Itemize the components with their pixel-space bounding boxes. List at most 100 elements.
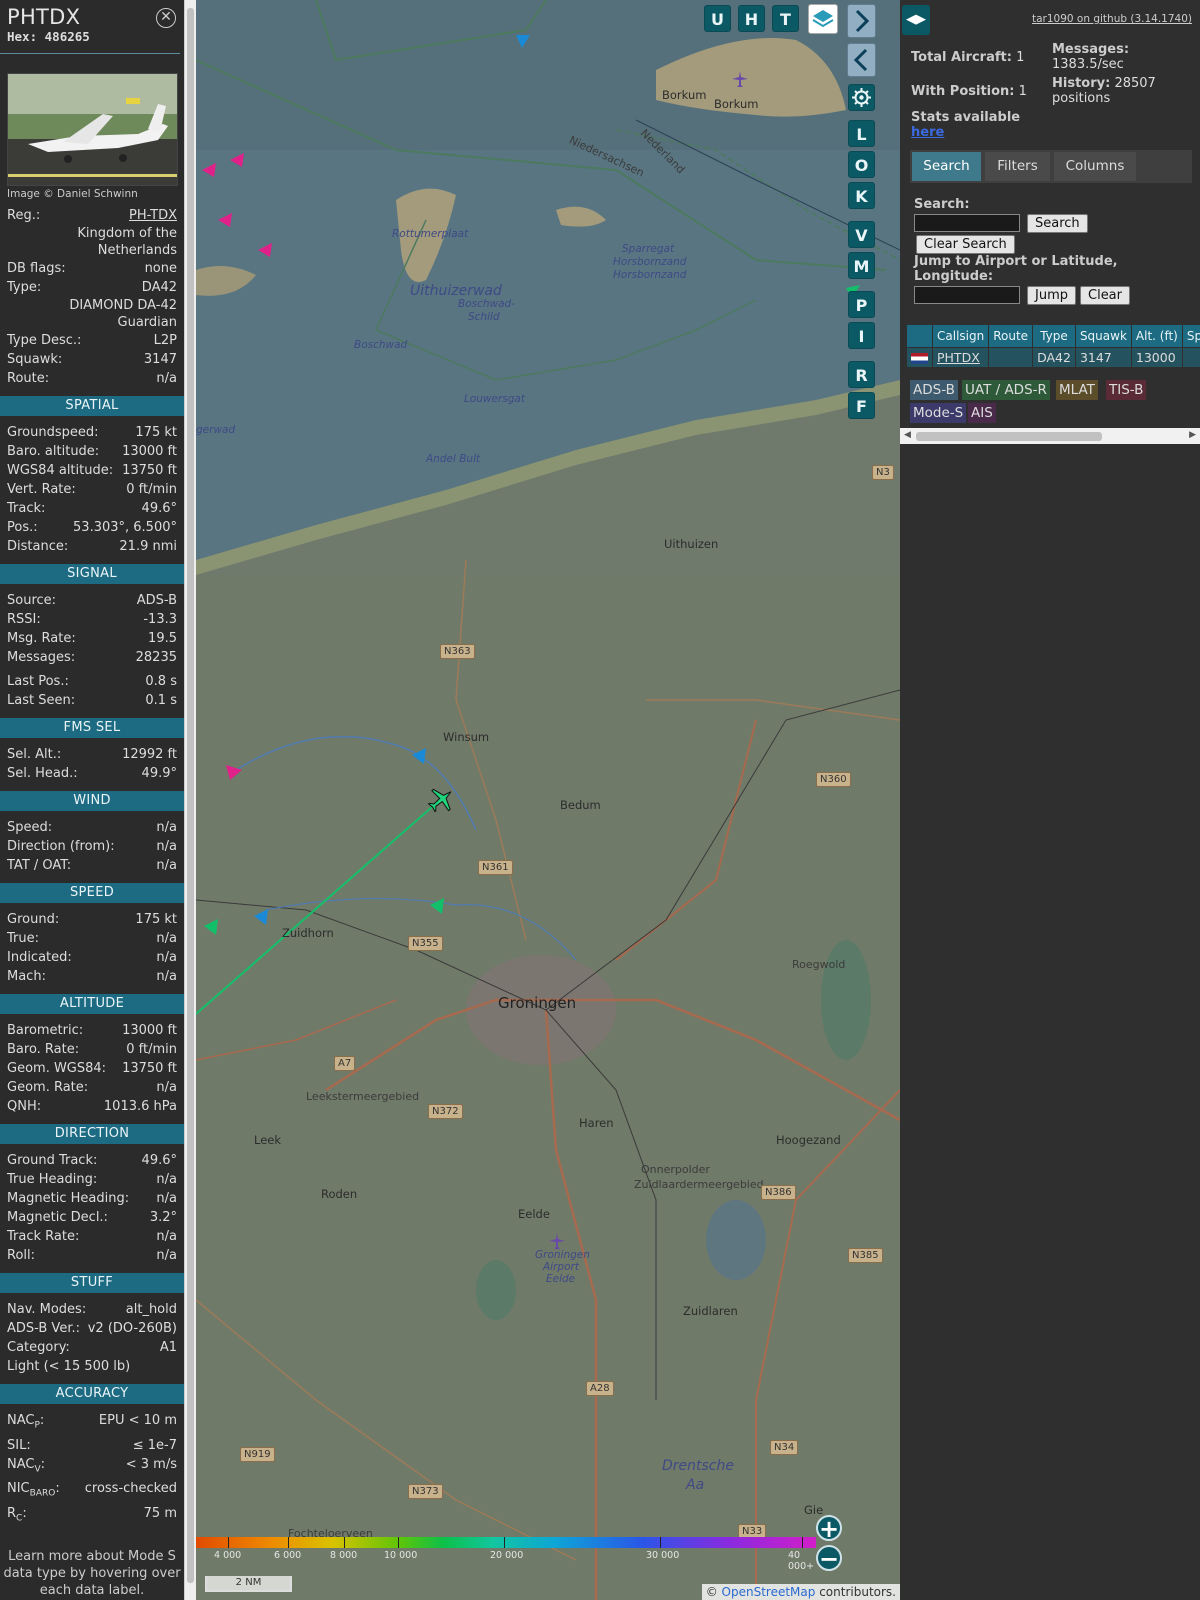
- altitude-color-legend: [196, 1537, 816, 1548]
- section-signal: SIGNAL: [0, 564, 184, 584]
- column-header[interactable]: Squawk: [1074, 324, 1132, 348]
- altitude-legend-ticks: 4 000 6 000 8 000 10 000 20 000 30 000 40 000+: [196, 1537, 816, 1572]
- info-row: TAT / OAT: n/a: [0, 856, 184, 875]
- info-value: 0 ft/min: [126, 1042, 177, 1057]
- map-attribution: © OpenStreetMap contributors.: [701, 1584, 900, 1600]
- collapse-left-button[interactable]: [847, 43, 876, 77]
- map-button-v[interactable]: V: [848, 221, 875, 248]
- table-horizontal-scrollbar[interactable]: ◀ ▶: [900, 428, 1200, 444]
- altitude-tick: 30 000: [646, 1550, 680, 1561]
- aircraft-table: CallsignRouteTypeSquawkAlt. (ft)Spd. PHT…: [906, 324, 1200, 368]
- info-value: cross-checked: [84, 1481, 177, 1497]
- callsign-link[interactable]: PHTDX: [937, 350, 980, 365]
- info-value: 1013.6 hPa: [103, 1099, 177, 1114]
- netherlands-flag-icon: [911, 353, 928, 364]
- map-background: [196, 0, 900, 1600]
- layers-button[interactable]: [808, 4, 838, 34]
- map-button-p[interactable]: P: [848, 291, 875, 318]
- info-row: Baro. Rate: 0 ft/min: [0, 1040, 184, 1059]
- tab-filters[interactable]: Filters: [985, 152, 1050, 181]
- info-key: True:: [7, 931, 39, 946]
- info-value: A1: [159, 1340, 177, 1355]
- section-speed: SPEED: [0, 883, 184, 903]
- stats-link[interactable]: here: [911, 125, 944, 140]
- map-button-h[interactable]: H: [738, 5, 765, 32]
- scroll-right-arrow-icon[interactable]: ▶: [1189, 430, 1196, 440]
- map-button-m[interactable]: M: [848, 252, 875, 279]
- selected-aircraft-icon[interactable]: [426, 785, 456, 815]
- search-input[interactable]: [914, 214, 1020, 232]
- info-value: 28235: [135, 650, 177, 665]
- altitude-tick-mark: [802, 1537, 803, 1548]
- info-key-colon: :: [55, 1481, 60, 1497]
- map-button-l[interactable]: L: [848, 120, 875, 147]
- map-button-i[interactable]: I: [848, 322, 875, 349]
- info-panel-scrollbar[interactable]: [184, 0, 196, 1600]
- altitude-tick-mark: [288, 1537, 289, 1548]
- column-header[interactable]: Spd.: [1181, 324, 1200, 348]
- registration-link[interactable]: PH-TDX: [129, 206, 177, 225]
- osm-link[interactable]: OpenStreetMap: [722, 1585, 816, 1599]
- info-panel-scroll-thumb[interactable]: [187, 8, 194, 1583]
- expand-right-button[interactable]: [847, 4, 876, 38]
- map-button-r[interactable]: R: [848, 361, 875, 388]
- tab-columns[interactable]: Columns: [1054, 152, 1136, 181]
- flag-cell: [906, 347, 933, 368]
- search-button[interactable]: Search: [1027, 214, 1088, 233]
- map-label: Boschwad-: [458, 298, 516, 310]
- table-scroll-thumb[interactable]: [916, 432, 1102, 441]
- info-row: Roll: n/a: [0, 1246, 184, 1265]
- settings-button[interactable]: [848, 84, 875, 111]
- total-aircraft-label: Total Aircraft:: [911, 50, 1012, 65]
- info-key-colon: :: [40, 1456, 46, 1472]
- close-icon[interactable]: ✕: [156, 8, 176, 28]
- column-header[interactable]: Route: [988, 324, 1034, 348]
- info-key: Track Rate:: [7, 1229, 80, 1244]
- aircraft-photo[interactable]: [7, 73, 178, 186]
- info-row: Magnetic Decl.: 3.2°: [0, 1208, 184, 1227]
- altitude-tick-mark: [660, 1537, 661, 1548]
- toggle-panel-button[interactable]: ◀▶: [902, 5, 930, 35]
- info-key: Baro. altitude:: [7, 444, 100, 459]
- map-button-k[interactable]: K: [848, 182, 875, 209]
- info-key: Nav. Modes:: [7, 1302, 87, 1317]
- section-accuracy: ACCURACY: [0, 1384, 184, 1404]
- info-row: True: n/a: [0, 929, 184, 948]
- zoom-out-button[interactable]: −: [816, 1545, 842, 1571]
- altitude-tick: 20 000: [490, 1550, 524, 1561]
- info-row: Barometric: 13000 ft: [0, 1021, 184, 1040]
- info-key-sub: BARO: [29, 1488, 56, 1499]
- version-link[interactable]: tar1090 on github (3.14.1740): [1032, 13, 1192, 25]
- column-header-flag[interactable]: [906, 324, 933, 348]
- info-value: 3.2°: [149, 1210, 177, 1225]
- map-button-o[interactable]: O: [848, 151, 875, 178]
- spatial-rows: Groundspeed: 175 kt Baro. altitude: 13000 f…: [0, 423, 184, 556]
- clear-button[interactable]: Clear: [1080, 286, 1130, 305]
- map-label: Hoogezand: [776, 1133, 841, 1147]
- tab-search[interactable]: Search: [912, 152, 981, 181]
- map-button-t[interactable]: T: [772, 5, 799, 32]
- map-button-f[interactable]: F: [848, 392, 875, 419]
- jump-button[interactable]: Jump: [1027, 286, 1076, 305]
- info-key: Messages:: [7, 650, 76, 665]
- info-row: QNH: 1013.6 hPa: [0, 1097, 184, 1116]
- map-view[interactable]: Borkum Borkum Niedersachsen Nederland Rottum…: [196, 0, 900, 1600]
- info-key: NACP:: [7, 1411, 44, 1436]
- info-value: Kingdom of the Netherlands: [77, 226, 177, 258]
- map-button-u[interactable]: U: [704, 5, 731, 32]
- column-header[interactable]: Callsign: [931, 324, 990, 348]
- map-label: Groningen: [535, 1249, 590, 1261]
- map-label: Airport: [543, 1261, 579, 1273]
- info-row: NACP: EPU < 10 m: [0, 1411, 184, 1436]
- info-value: EPU < 10 m: [98, 1413, 177, 1428]
- column-header[interactable]: Type: [1032, 324, 1076, 348]
- zoom-in-button[interactable]: +: [816, 1515, 842, 1541]
- info-row: Direction (from): n/a: [0, 837, 184, 856]
- clear-search-button[interactable]: Clear Search: [916, 235, 1015, 254]
- info-row: Messages: 28235: [0, 648, 184, 667]
- column-header[interactable]: Alt. (ft): [1130, 324, 1183, 348]
- jump-input[interactable]: [914, 286, 1020, 304]
- info-value: 49.6°: [141, 501, 177, 516]
- table-row[interactable]: PHTDX DA42 3147 13000: [906, 347, 1200, 368]
- scroll-left-arrow-icon[interactable]: ◀: [904, 430, 911, 440]
